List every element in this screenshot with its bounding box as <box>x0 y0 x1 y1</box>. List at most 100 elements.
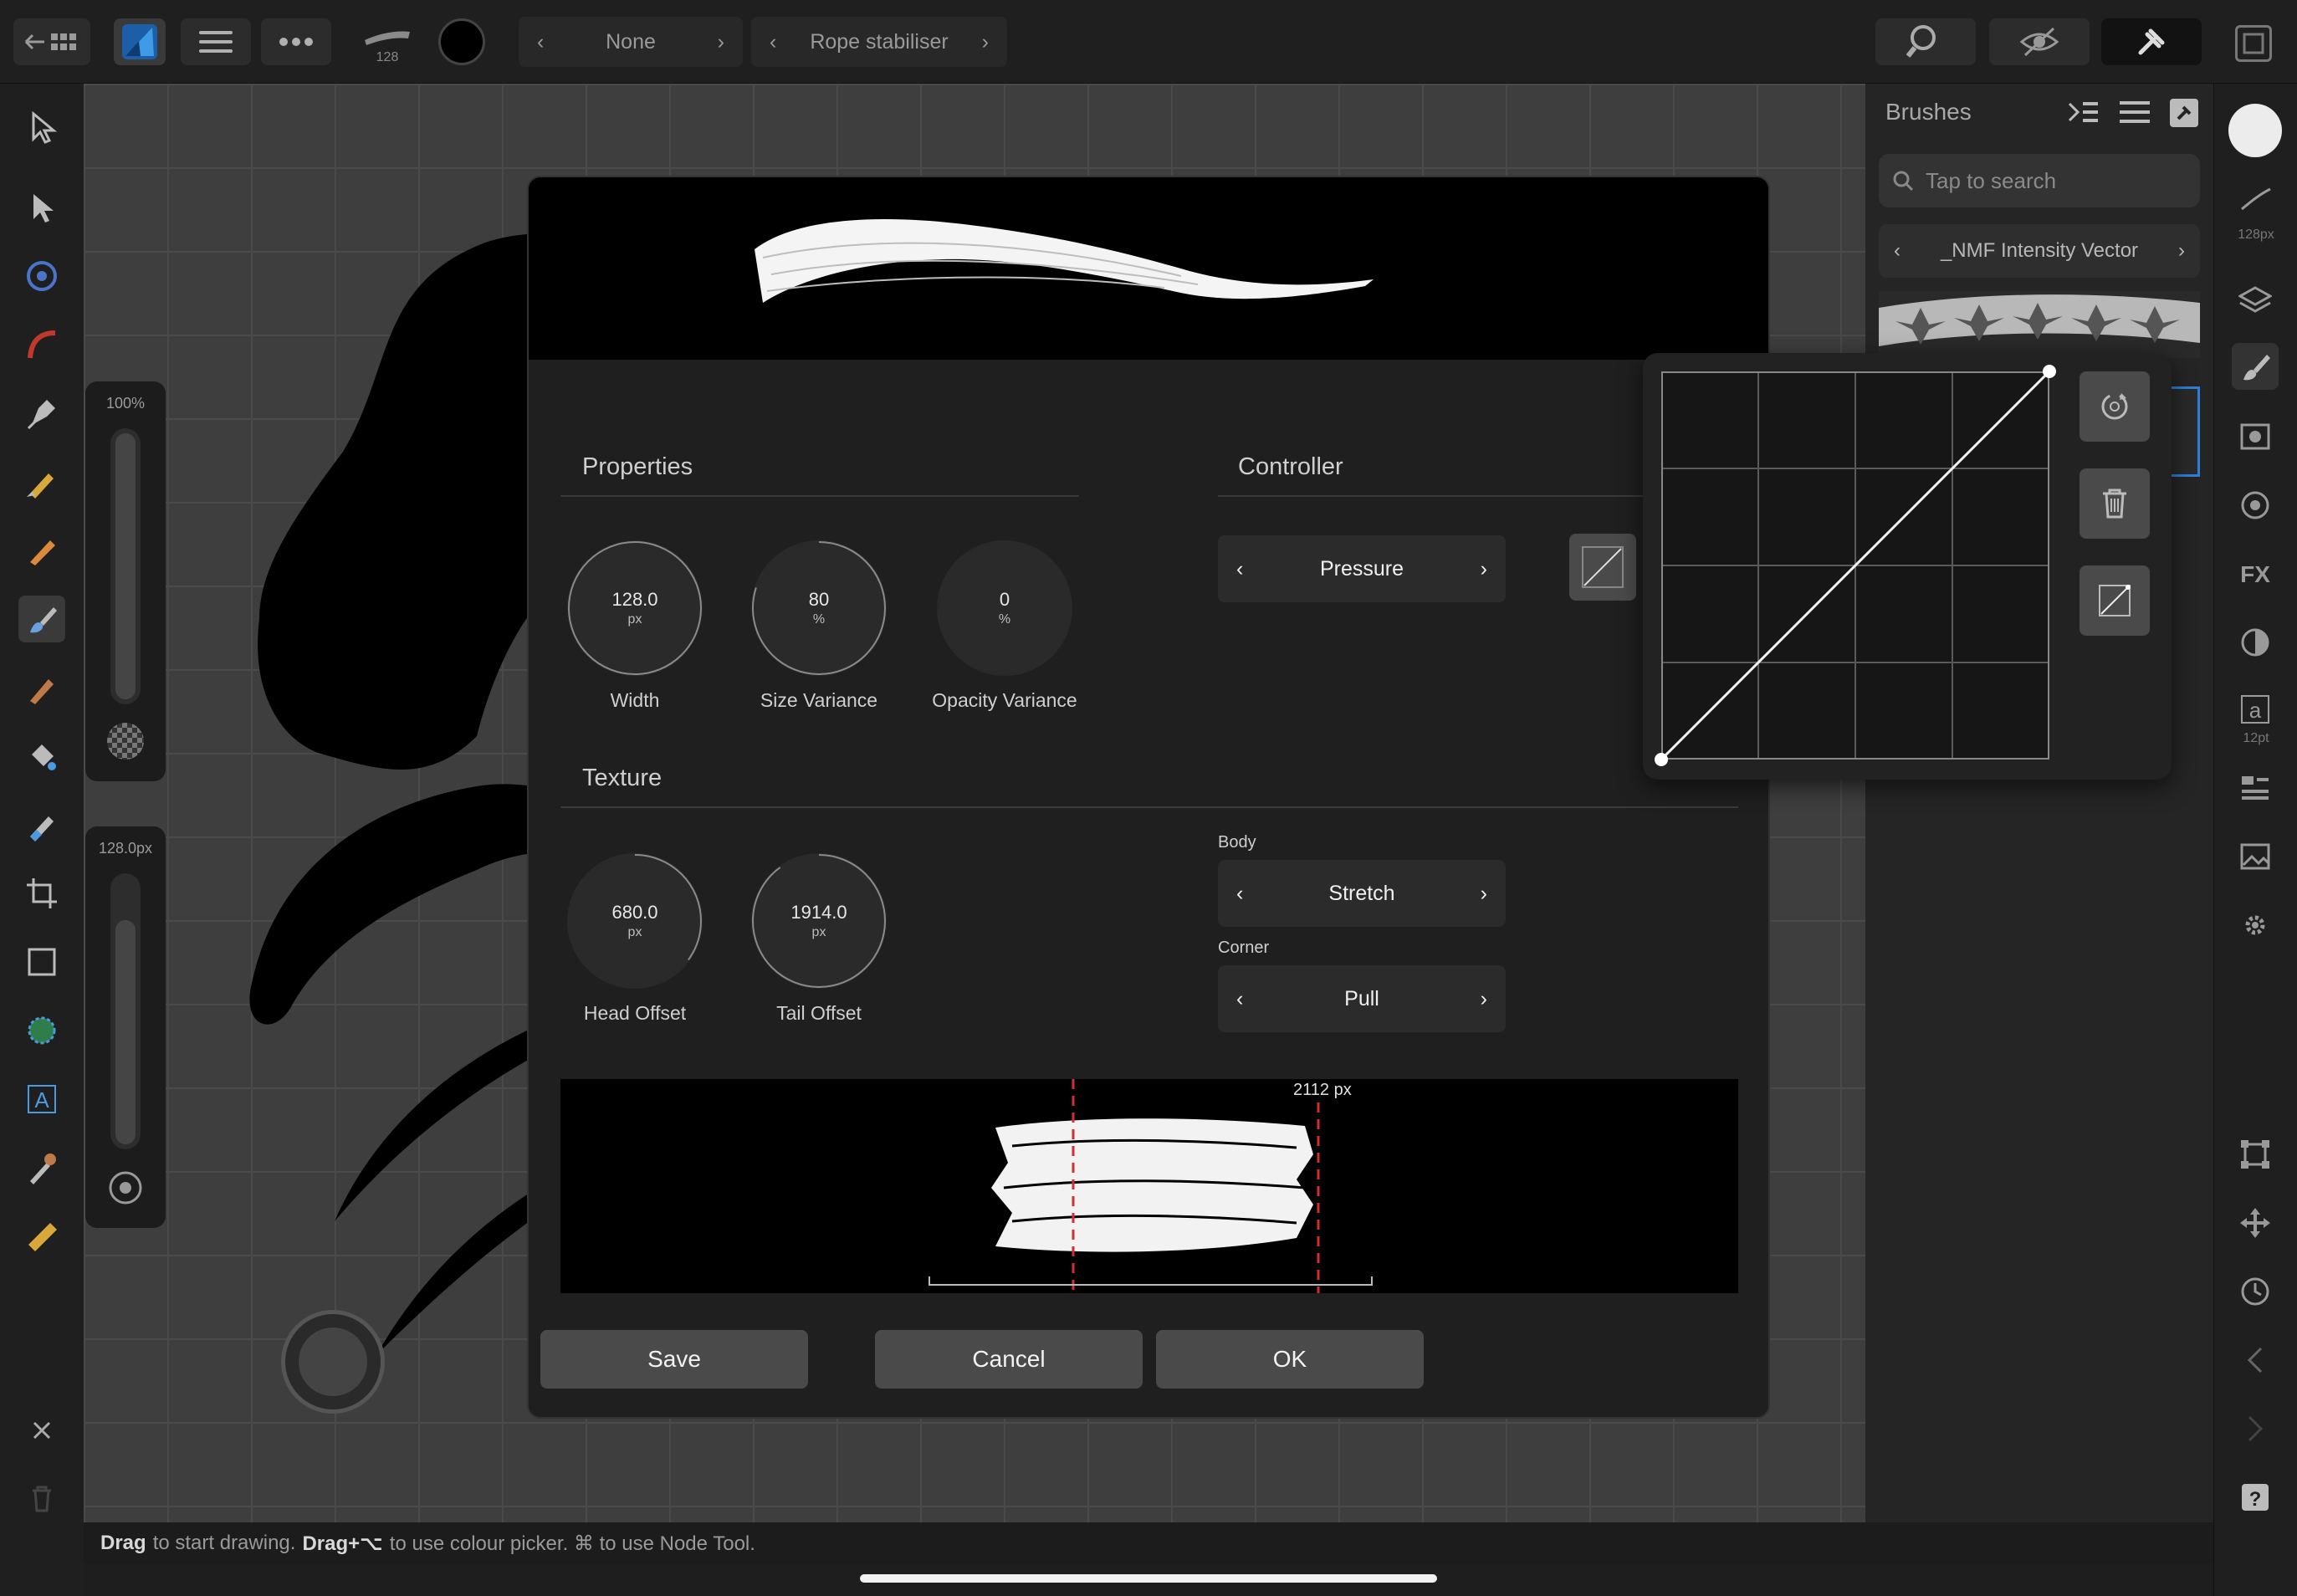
chevron-right-icon[interactable]: › <box>718 30 724 54</box>
brush-search-input[interactable] <box>1926 167 2177 194</box>
eyedropper-icon <box>30 1154 56 1184</box>
size-slider[interactable]: 128.0px <box>85 826 166 1228</box>
transparency-tool[interactable] <box>18 801 65 848</box>
colour-swatch[interactable] <box>438 18 485 65</box>
rectangle-tool[interactable] <box>18 939 65 985</box>
text-tool[interactable]: A <box>18 1076 65 1123</box>
transform-button[interactable] <box>2232 765 2279 811</box>
status-text-1: to start drawing. <box>152 1532 296 1554</box>
layers-button[interactable] <box>2232 278 2279 325</box>
brush-preview-button[interactable]: 128 <box>358 18 417 69</box>
measure-tool[interactable] <box>18 1213 65 1260</box>
chevron-right-icon[interactable]: › <box>1481 882 1487 906</box>
chevron-left-icon[interactable]: ‹ <box>537 30 544 54</box>
opacity-track[interactable] <box>110 428 141 704</box>
corner-tool[interactable] <box>18 253 65 299</box>
home-indicator[interactable] <box>860 1574 1437 1583</box>
linear-preset-button[interactable] <box>2080 565 2150 636</box>
more-button[interactable] <box>261 18 331 65</box>
cancel-button[interactable]: Cancel <box>875 1330 1143 1389</box>
help-button[interactable]: ? <box>2232 1474 2279 1521</box>
chevron-left-icon[interactable]: ‹ <box>1236 987 1243 1011</box>
delete-node-button[interactable] <box>2080 468 2150 539</box>
chevron-right-icon[interactable]: › <box>982 30 989 54</box>
curve-end-node[interactable] <box>2043 365 2056 378</box>
vector-brush-tool[interactable] <box>18 596 65 642</box>
gradient-tool[interactable] <box>18 733 65 780</box>
chevron-left-icon[interactable]: ‹ <box>1236 557 1243 581</box>
panel-menu-icon[interactable] <box>2120 99 2156 132</box>
head-offset-dial[interactable]: 680.0 px <box>567 853 703 989</box>
tail-offset-dial[interactable]: 1914.0 px <box>751 853 887 989</box>
selection-box-button[interactable] <box>2232 1131 2279 1178</box>
undo-button[interactable] <box>2232 1337 2279 1384</box>
chevron-right-icon[interactable]: › <box>2178 239 2185 263</box>
menu-button[interactable] <box>181 18 251 65</box>
node-tool[interactable] <box>18 184 65 231</box>
ok-button[interactable]: OK <box>1156 1330 1424 1389</box>
crop-tool[interactable] <box>18 870 65 917</box>
view-mode-button[interactable] <box>1989 18 2090 65</box>
close-button[interactable] <box>18 1407 65 1454</box>
settings-button[interactable] <box>2232 902 2279 949</box>
colour-studio-button[interactable] <box>2228 104 2282 157</box>
chevron-left-icon[interactable]: ‹ <box>770 30 776 54</box>
history-button[interactable] <box>2232 1268 2279 1315</box>
pin-icon[interactable] <box>2168 97 2202 130</box>
pencil-tool[interactable] <box>18 458 65 505</box>
brushes-studio-button[interactable] <box>2232 343 2279 390</box>
opacity-slider[interactable]: 100% <box>85 381 166 781</box>
stock-button[interactable] <box>2232 833 2279 880</box>
status-text-2: to use colour picker. ⌘ to use Node Tool… <box>389 1532 755 1555</box>
redo-button[interactable] <box>2232 1405 2279 1452</box>
reset-curve-button[interactable] <box>2080 371 2150 442</box>
size-variance-dial[interactable]: 80 % <box>751 540 887 676</box>
text-styles-button[interactable]: a <box>2232 686 2279 733</box>
panel-collapse-icon[interactable] <box>2066 97 2103 130</box>
brush-search[interactable] <box>1879 154 2200 207</box>
corner-stepper[interactable]: ‹ Pull › <box>1218 965 1506 1032</box>
move-nudge-button[interactable] <box>2232 1200 2279 1246</box>
opacity-variance-dial[interactable]: 0 % <box>937 540 1072 676</box>
brush-category-stepper[interactable]: ‹ _NMF Intensity Vector › <box>1879 224 2200 278</box>
save-button[interactable]: Save <box>540 1330 808 1389</box>
chevron-left-icon[interactable]: ‹ <box>1236 882 1243 906</box>
chevron-left-icon[interactable]: ‹ <box>1894 239 1901 263</box>
pressure-curve-button[interactable] <box>1569 534 1636 601</box>
pressure-eye-icon[interactable] <box>107 1169 144 1206</box>
assistant-button[interactable] <box>2101 18 2202 65</box>
app-persona-button[interactable] <box>114 18 166 65</box>
curve-start-node[interactable] <box>1655 753 1668 766</box>
size-track[interactable] <box>110 873 141 1149</box>
fill-tool[interactable] <box>18 664 65 711</box>
stabiliser-stepper[interactable]: ‹ Rope stabiliser › <box>751 17 1007 67</box>
window-toggle-button[interactable] <box>2235 25 2272 62</box>
stroke-mode-stepper[interactable]: ‹ None › <box>519 17 743 67</box>
back-to-gallery-button[interactable] <box>13 18 90 65</box>
appearance-button[interactable] <box>2232 413 2279 460</box>
chevron-right-icon[interactable]: › <box>1481 557 1487 581</box>
pen-tool[interactable] <box>18 390 65 437</box>
brush-thumbnail-leaf[interactable] <box>1879 291 2200 358</box>
chevron-right-icon[interactable]: › <box>1481 987 1487 1011</box>
snapping-button[interactable] <box>1875 18 1976 65</box>
adjustments-button[interactable] <box>2232 619 2279 666</box>
stroke-studio-button[interactable] <box>2232 176 2279 223</box>
quick-action-button[interactable] <box>281 1310 385 1414</box>
move-tool[interactable] <box>18 104 65 151</box>
texture-preview[interactable]: 2112 px <box>560 1079 1738 1293</box>
body-stepper[interactable]: ‹ Stretch › <box>1218 860 1506 927</box>
point-transform-tool[interactable] <box>18 321 65 368</box>
width-dial[interactable]: 128.0 px <box>567 540 703 676</box>
delete-button[interactable] <box>18 1476 65 1522</box>
navigator-button[interactable] <box>2232 482 2279 529</box>
shape-tool[interactable] <box>18 1007 65 1054</box>
bucket-icon <box>32 744 56 770</box>
controller-stepper[interactable]: ‹ Pressure › <box>1218 535 1506 602</box>
vector-brush-tool-alt[interactable] <box>18 527 65 574</box>
curve-editor[interactable] <box>1655 365 2056 766</box>
effects-button[interactable]: FX <box>2232 550 2279 597</box>
width-label: Width <box>610 689 660 711</box>
colour-picker-tool[interactable] <box>18 1144 65 1191</box>
affinity-designer-logo-icon <box>122 24 157 59</box>
